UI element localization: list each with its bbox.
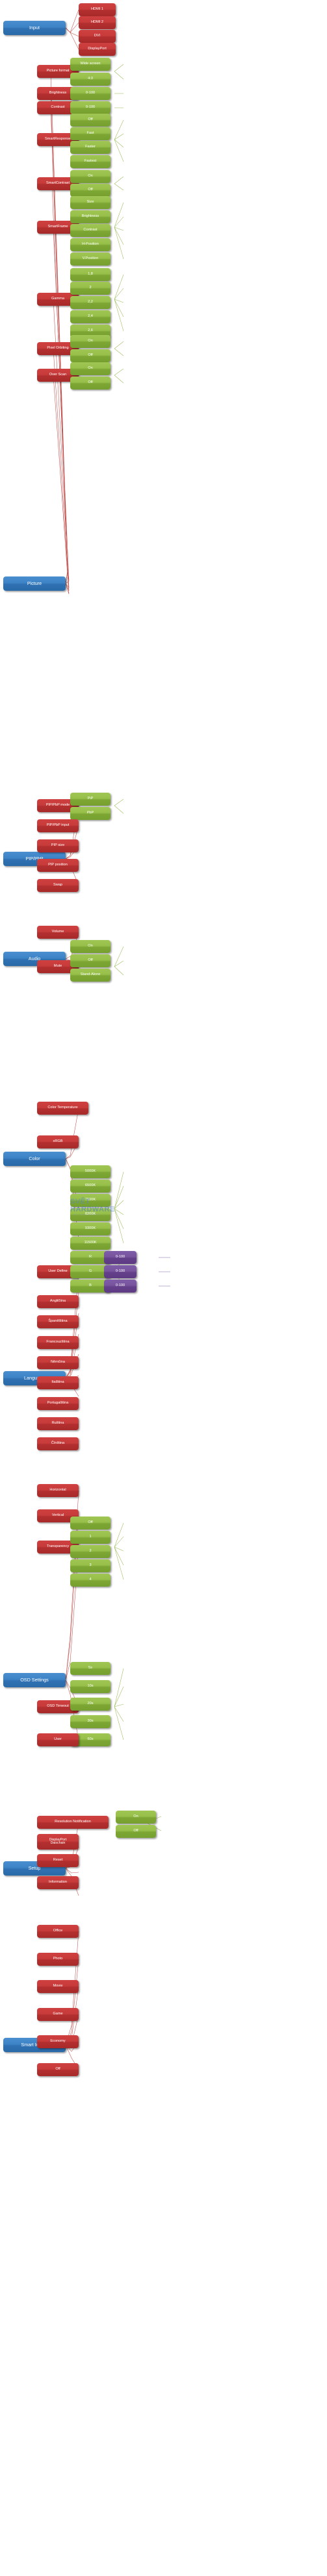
node-over-scan-on[interactable]: On bbox=[70, 362, 111, 375]
node-language-german[interactable]: Němčina bbox=[37, 1356, 79, 1369]
node-color-temp-9300k[interactable]: 9300K bbox=[70, 1222, 111, 1235]
node-language-spanish[interactable]: Španělština bbox=[37, 1315, 79, 1328]
node-language-french[interactable]: Francouzština bbox=[37, 1336, 79, 1349]
node-input-hdmi2[interactable]: HDMI 2 bbox=[79, 16, 116, 29]
node-setup-information[interactable]: Information bbox=[37, 1876, 79, 1889]
node-pixel-orbiting-on[interactable]: On bbox=[70, 335, 111, 348]
node-language-italian[interactable]: Italština bbox=[37, 1376, 79, 1389]
node-smartresponse-faster[interactable]: Faster bbox=[70, 141, 111, 154]
node-smartframe-size[interactable]: Size bbox=[70, 196, 111, 209]
node-mute-stand-alone[interactable]: Stand-Alone bbox=[70, 969, 111, 982]
node-transparency-3[interactable]: 3 bbox=[70, 1559, 111, 1572]
node-picture-brightness-range[interactable]: 0-100 bbox=[70, 87, 111, 100]
node-gamma-2-2[interactable]: 2,2 bbox=[70, 296, 111, 309]
node-color-temp-8200k[interactable]: 8200K bbox=[70, 1208, 111, 1221]
node-smartframe-brightness[interactable]: Brightness bbox=[70, 210, 111, 223]
node-smartresponse-fast[interactable]: Fast bbox=[70, 127, 111, 140]
node-smart-image-office[interactable]: Office bbox=[37, 1925, 79, 1938]
node-color-srgb[interactable]: sRGB bbox=[37, 1135, 79, 1148]
node-gamma-1-8[interactable]: 1,8 bbox=[70, 268, 111, 281]
node-input-displayport[interactable]: DisplayPort bbox=[79, 43, 116, 56]
node-language-russian[interactable]: Ruština bbox=[37, 1417, 79, 1430]
node-user-define-r-range[interactable]: 0-100 bbox=[104, 1251, 137, 1264]
node-osd-timeout-5s[interactable]: 5s bbox=[70, 1662, 111, 1675]
node-setup-resolution-notification[interactable]: Resolution Notification bbox=[37, 1816, 109, 1829]
node-picture-contrast-range[interactable]: 0-100 bbox=[70, 101, 111, 114]
node-osd-timeout-10s[interactable]: 10s bbox=[70, 1680, 111, 1693]
node-picture-root[interactable]: Picture bbox=[3, 576, 66, 591]
node-resolution-notification-on[interactable]: On bbox=[116, 1811, 156, 1824]
node-smartresponse-off[interactable]: Off bbox=[70, 114, 111, 127]
node-pixel-orbiting-off[interactable]: Off bbox=[70, 349, 111, 362]
node-language-chinese[interactable]: Čínština bbox=[37, 1437, 79, 1450]
node-language-portuguese[interactable]: Portugalština bbox=[37, 1397, 79, 1410]
node-color-temp-6500k[interactable]: 6500K bbox=[70, 1180, 111, 1193]
node-pip-swap[interactable]: Swap bbox=[37, 879, 79, 892]
node-smartcontrast-on[interactable]: On bbox=[70, 170, 111, 183]
node-transparency-1[interactable]: 1 bbox=[70, 1531, 111, 1544]
node-pip-position[interactable]: PIP position bbox=[37, 859, 79, 872]
osd-menu-tree-diagram: Input HDMI 1 HDMI 2 DVI DisplayPort Pict… bbox=[0, 0, 327, 2576]
node-input-dvi[interactable]: DVI bbox=[79, 30, 116, 43]
node-osd-timeout-20s[interactable]: 20s bbox=[70, 1698, 111, 1711]
connector-lines bbox=[50, 9, 170, 2070]
node-smart-image-photo[interactable]: Photo bbox=[37, 1953, 79, 1966]
node-smartcontrast-off[interactable]: Off bbox=[70, 184, 111, 197]
node-language-english[interactable]: Angličtina bbox=[37, 1295, 79, 1308]
node-setup-displayport-daisychain[interactable]: DisplayPort Daischain bbox=[37, 1834, 79, 1850]
node-input-hdmi1[interactable]: HDMI 1 bbox=[79, 3, 116, 16]
node-transparency-2[interactable]: 2 bbox=[70, 1545, 111, 1558]
node-mute-on[interactable]: On bbox=[70, 940, 111, 953]
node-pip-pbp-input[interactable]: PIP/PbP input bbox=[37, 819, 79, 832]
node-setup-reset[interactable]: Reset bbox=[37, 1854, 79, 1867]
node-transparency-off[interactable]: Off bbox=[70, 1517, 111, 1530]
node-picture-format-widescreen[interactable]: Wide screen bbox=[70, 58, 111, 71]
node-smartframe-h-position[interactable]: H-Position bbox=[70, 238, 111, 251]
node-audio-volume[interactable]: Volume bbox=[37, 926, 79, 939]
node-over-scan-off[interactable]: Off bbox=[70, 377, 111, 390]
node-color-temp-11500k[interactable]: 11500K bbox=[70, 1237, 111, 1250]
node-smartframe-v-position[interactable]: V.Position bbox=[70, 253, 111, 266]
node-smart-image-economy[interactable]: Economy bbox=[37, 2035, 79, 2048]
node-resolution-notification-off[interactable]: Off bbox=[116, 1825, 156, 1838]
node-osd-horizontal[interactable]: Horizontal bbox=[37, 1484, 79, 1497]
node-gamma-2[interactable]: 2 bbox=[70, 282, 111, 295]
node-osd-settings-root[interactable]: OSD Settings bbox=[3, 1673, 66, 1687]
node-pip-mode-pip[interactable]: PiP bbox=[70, 793, 111, 806]
node-smart-image-movie[interactable]: Movie bbox=[37, 1980, 79, 1993]
node-osd-user[interactable]: User bbox=[37, 1733, 79, 1746]
node-color-temperature[interactable]: Color Temperature bbox=[37, 1102, 88, 1115]
node-smart-image-game[interactable]: Game bbox=[37, 2008, 79, 2021]
node-mute-off[interactable]: Off bbox=[70, 954, 111, 967]
node-input-root[interactable]: Input bbox=[3, 21, 66, 35]
node-smartresponse-fastest[interactable]: Fastest bbox=[70, 155, 111, 168]
node-pip-size[interactable]: PIP size bbox=[37, 839, 79, 852]
node-osd-timeout-30s[interactable]: 30s bbox=[70, 1715, 111, 1728]
node-gamma-2-4[interactable]: 2,4 bbox=[70, 310, 111, 323]
node-picture-format-4-3[interactable]: 4:3 bbox=[70, 73, 111, 86]
node-smart-image-off[interactable]: Off bbox=[37, 2063, 79, 2076]
node-transparency-4[interactable]: 4 bbox=[70, 1574, 111, 1587]
node-user-define-g-range[interactable]: 0-100 bbox=[104, 1265, 137, 1278]
node-user-define-b-range[interactable]: 0-100 bbox=[104, 1280, 137, 1293]
node-pip-mode-pbp[interactable]: PbP bbox=[70, 807, 111, 820]
node-smartframe-contrast[interactable]: Contrast bbox=[70, 224, 111, 237]
node-color-root[interactable]: Color bbox=[3, 1152, 66, 1166]
node-color-temp-7500k[interactable]: 7500K bbox=[70, 1194, 111, 1207]
node-color-temp-5000k[interactable]: 5000K bbox=[70, 1165, 111, 1178]
